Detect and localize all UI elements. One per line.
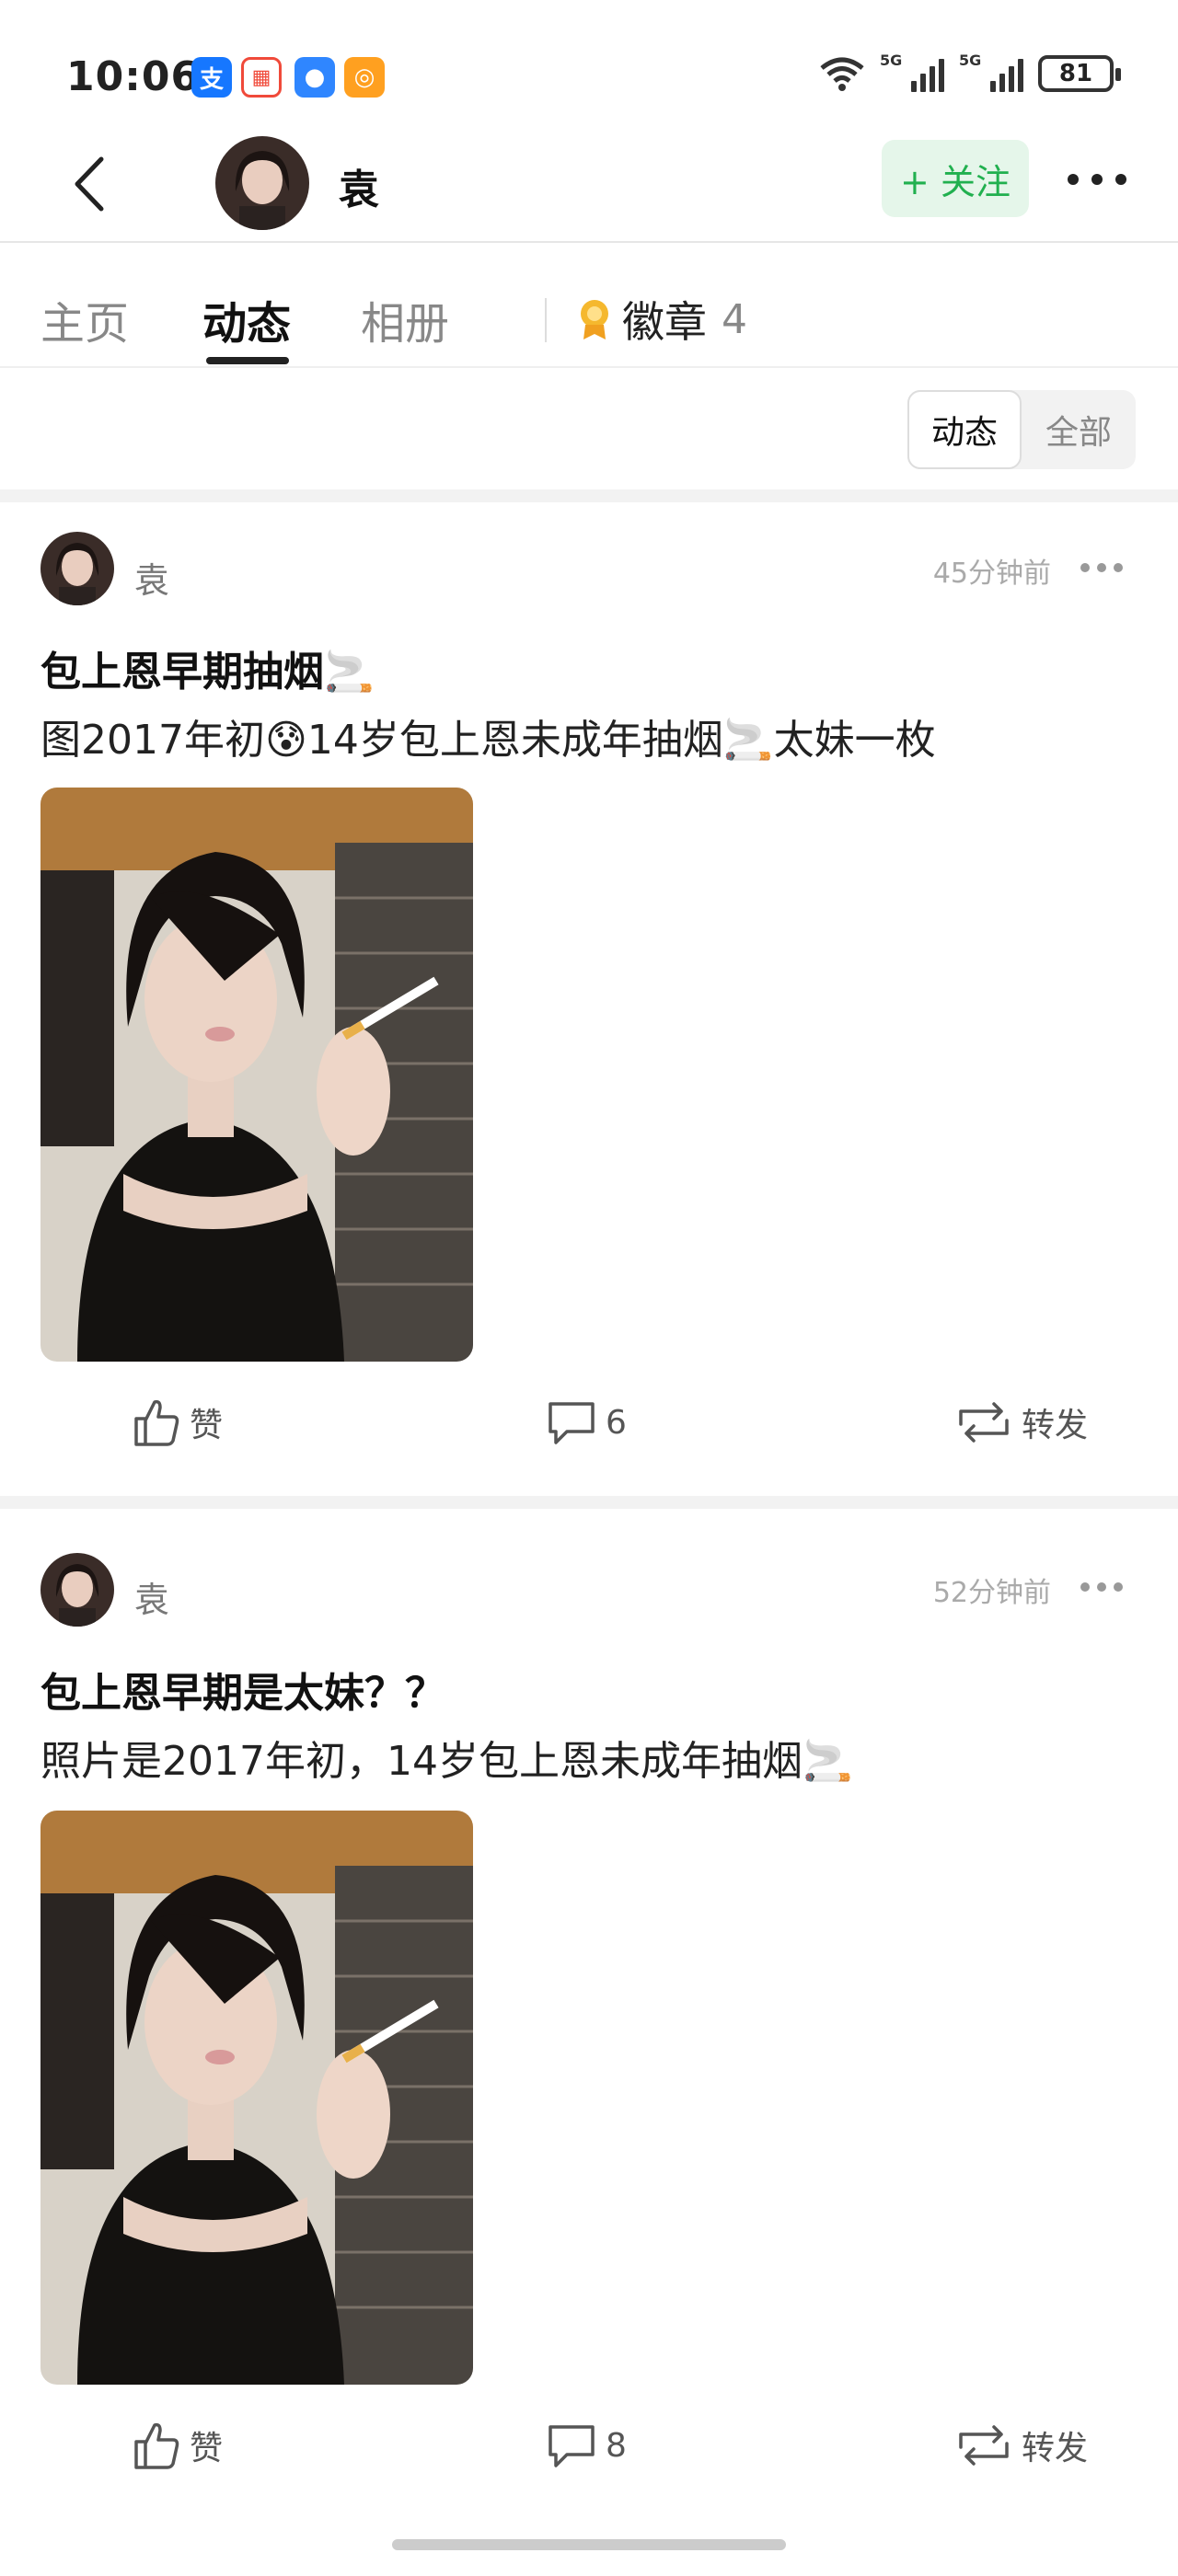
- search-app-icon: ◎: [344, 57, 385, 98]
- profile-tabs: 主页 动态 相册 徽章 4: [0, 245, 1178, 368]
- home-indicator[interactable]: [392, 2539, 786, 2550]
- medal-icon: [581, 300, 608, 339]
- repost-button[interactable]: 转发: [953, 1397, 1088, 1448]
- repost-label: 转发: [1022, 1407, 1089, 1444]
- repost-button[interactable]: 转发: [953, 2420, 1088, 2471]
- tab-album[interactable]: 相册: [361, 287, 449, 351]
- avatar[interactable]: [40, 532, 114, 605]
- more-options-icon[interactable]: [1068, 156, 1126, 202]
- filter-feed[interactable]: 动态: [907, 390, 1022, 469]
- like-label: 赞: [190, 1407, 224, 1444]
- status-time: 10:06: [66, 53, 201, 100]
- profile-name: 袁: [339, 167, 379, 213]
- badge-tab-label: 徽章: [622, 297, 707, 347]
- feed-filter-toggle: 动态 全部: [907, 390, 1136, 469]
- post-body: 照片是2017年初，14岁包上恩未成年抽烟🚬: [40, 1738, 853, 1785]
- badge-count: 4: [722, 295, 747, 343]
- message-icon: ●: [294, 57, 335, 98]
- wifi-icon: [820, 57, 864, 91]
- profile-header: 袁 + 关注: [0, 129, 1178, 243]
- post-card: 袁 45分钟前 包上恩早期抽烟🚬 图2017年初😰14岁包上恩未成年抽烟🚬太妹一…: [0, 502, 1178, 1496]
- battery-icon: 81: [1038, 55, 1121, 92]
- like-button[interactable]: 赞: [131, 1397, 223, 1448]
- calendar-icon: ▦: [241, 57, 282, 98]
- tab-divider: [545, 298, 547, 342]
- active-tab-indicator: [206, 357, 289, 364]
- system-icons: 5G 5G 81: [819, 52, 1121, 92]
- repost-label: 转发: [1022, 2430, 1089, 2467]
- repost-icon: [959, 1402, 1009, 1443]
- back-button[interactable]: [61, 149, 116, 219]
- post-timestamp: 45分钟前: [932, 558, 1051, 590]
- post-author[interactable]: 袁: [134, 552, 169, 603]
- alipay-icon: 支: [191, 57, 232, 98]
- post-timestamp: 52分钟前: [932, 1577, 1051, 1609]
- tab-badges[interactable]: 徽章 4: [576, 289, 747, 350]
- tab-home[interactable]: 主页: [40, 287, 129, 351]
- avatar[interactable]: [40, 1553, 114, 1627]
- filter-all[interactable]: 全部: [1022, 390, 1136, 469]
- follow-button[interactable]: + 关注: [882, 140, 1029, 217]
- avatar[interactable]: [215, 136, 309, 230]
- thumbs-up-icon: [134, 1399, 179, 1446]
- comment-icon: [549, 2425, 595, 2467]
- post-title: 包上恩早期是太妹？？: [40, 1670, 445, 1717]
- tab-feed[interactable]: 动态: [202, 287, 291, 351]
- signal-icon-2: 5G: [959, 52, 1023, 92]
- post-card: 袁 52分钟前 包上恩早期是太妹？？ 照片是2017年初，14岁包上恩未成年抽烟…: [0, 1509, 1178, 2502]
- comment-button[interactable]: 8: [545, 2420, 627, 2471]
- comment-icon: [549, 1402, 595, 1444]
- post-image[interactable]: [40, 1811, 473, 2385]
- comment-button[interactable]: 6: [545, 1397, 627, 1448]
- like-button[interactable]: 赞: [131, 2420, 223, 2471]
- post-more-icon[interactable]: [1080, 563, 1123, 574]
- post-more-icon[interactable]: [1080, 1582, 1123, 1593]
- post-author[interactable]: 袁: [134, 1571, 169, 1622]
- post-image[interactable]: [40, 788, 473, 1362]
- thumbs-up-icon: [134, 2422, 179, 2469]
- comment-count: 6: [606, 1403, 627, 1442]
- signal-icon-1: 5G: [880, 52, 944, 92]
- post-body: 图2017年初😰14岁包上恩未成年抽烟🚬太妹一枚: [40, 717, 936, 764]
- section-divider: [0, 489, 1178, 502]
- post-title: 包上恩早期抽烟🚬: [40, 649, 375, 696]
- chevron-left-icon: [75, 156, 104, 212]
- repost-icon: [959, 2425, 1009, 2466]
- like-label: 赞: [190, 2430, 224, 2467]
- comment-count: 8: [606, 2426, 627, 2465]
- section-divider: [0, 1496, 1178, 1509]
- status-bar: 10:06 支 ▦ ● ◎ 5G 5G 81: [0, 0, 1178, 129]
